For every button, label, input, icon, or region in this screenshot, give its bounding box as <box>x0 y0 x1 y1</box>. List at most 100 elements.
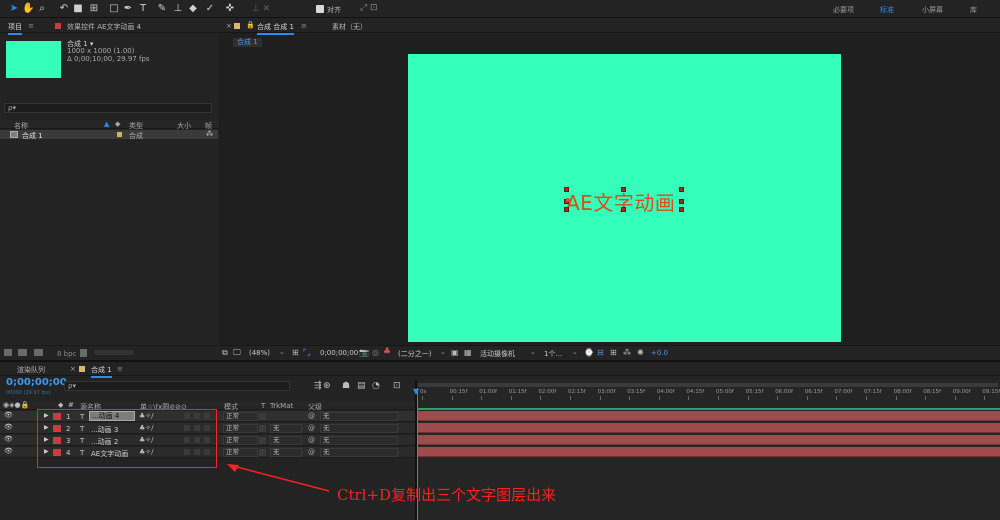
timeline-menu-icon[interactable]: ≡ <box>117 365 123 373</box>
motion-blur-icon[interactable]: ◔ <box>372 381 380 391</box>
roto-brush-tool-icon[interactable]: ✓ <box>204 2 216 15</box>
comp-flowchart-icon[interactable]: ⊞ <box>610 348 617 357</box>
preserve-transparency-checkbox[interactable] <box>259 437 266 444</box>
parent-pickwhip-icon[interactable]: @ <box>308 412 315 420</box>
project-item-row[interactable]: 合成 1 合成 ⁂ <box>0 130 218 140</box>
viewer-menu-icon[interactable]: ≡ <box>301 22 307 30</box>
tab-project[interactable]: 项目 <box>8 22 22 35</box>
hand-tool-icon[interactable]: ✋ <box>22 2 34 15</box>
parent-select[interactable]: 无 <box>320 412 398 421</box>
resolution-arrow-icon[interactable]: ⌄ <box>440 348 446 356</box>
interpret-footage-icon[interactable] <box>4 349 12 356</box>
shy-icon[interactable]: ☗ <box>342 381 350 391</box>
views-arrow-icon[interactable]: ⌄ <box>572 348 578 356</box>
visibility-eye-icon[interactable]: 👁 <box>4 423 13 431</box>
always-preview-icon[interactable]: ⧉ <box>222 348 228 358</box>
tab-effect-controls[interactable]: 效果控件 AE文字动画 4 <box>67 22 141 32</box>
zoom-dropdown[interactable]: (48%) <box>249 349 270 357</box>
viewer-timecode[interactable]: 0;00;00;00 <box>320 349 358 357</box>
trkmat-select[interactable]: 无 <box>270 424 302 433</box>
panel-menu-icon[interactable]: ≡ <box>28 22 34 30</box>
parent-select[interactable]: 无 <box>320 448 398 457</box>
exposure-value[interactable]: +0.0 <box>651 349 668 357</box>
work-area-bar[interactable] <box>418 383 998 387</box>
sort-arrow-icon[interactable]: ▲ <box>104 120 109 128</box>
mask-visibility-icon[interactable]: ⌜⌟ <box>303 348 311 357</box>
playhead-icon[interactable]: ▼ <box>413 387 419 396</box>
transform-handle[interactable] <box>564 207 569 212</box>
visibility-eye-icon[interactable]: 👁 <box>4 435 13 443</box>
flowchart-icon[interactable]: ⁂ <box>623 348 631 357</box>
new-comp-icon[interactable] <box>34 349 43 356</box>
camera-arrow-icon[interactable]: ⌄ <box>530 348 536 356</box>
close-tab-icon[interactable]: × <box>226 22 232 30</box>
transform-handle[interactable] <box>679 207 684 212</box>
workspace-library[interactable]: 库 <box>970 5 977 15</box>
eraser-tool-icon[interactable]: ◆ <box>187 2 199 15</box>
timeline-icon[interactable]: ⊟ <box>597 348 604 357</box>
rectangle-tool-icon[interactable]: □ <box>108 2 120 15</box>
workspace-small-screen[interactable]: 小屏幕 <box>922 5 943 15</box>
title-safe-icon[interactable]: ⊞ <box>292 348 299 357</box>
zoom-tool-icon[interactable]: ⌕ <box>36 2 48 15</box>
layer-duration-bar[interactable] <box>418 447 1000 457</box>
pen-tool-icon[interactable]: ✒ <box>122 2 134 15</box>
tab-composition[interactable]: 合成 合成 1 <box>257 22 294 35</box>
thumbnail-slider[interactable] <box>94 350 134 355</box>
tab-footage[interactable]: 素材（无） <box>332 22 367 32</box>
close-tab-icon[interactable]: × <box>70 365 76 373</box>
brush-tool-icon[interactable]: ✎ <box>156 2 168 15</box>
transform-handle[interactable] <box>621 187 626 192</box>
timeline-timecode[interactable]: 0;00;00;00 <box>6 377 67 388</box>
layer-duration-bar[interactable] <box>418 423 1000 433</box>
graph-editor-icon[interactable]: ⊡ <box>393 381 401 391</box>
reset-exposure-icon[interactable]: ✺ <box>637 348 644 357</box>
new-folder-icon[interactable] <box>18 349 27 356</box>
preserve-transparency-checkbox[interactable] <box>259 413 266 420</box>
trkmat-select[interactable]: 无 <box>270 448 302 457</box>
parent-select[interactable]: 无 <box>320 436 398 445</box>
snap-checkbox[interactable] <box>316 5 324 13</box>
display-icon[interactable]: 🖵 <box>233 348 241 358</box>
tab-timeline-comp[interactable]: 合成 1 <box>91 365 112 378</box>
transform-handle[interactable] <box>564 187 569 192</box>
pan-behind-tool-icon[interactable]: ⊞ <box>88 2 100 15</box>
parent-pickwhip-icon[interactable]: @ <box>308 448 315 456</box>
camera-tool-icon[interactable]: ■ <box>72 2 84 15</box>
trash-icon[interactable] <box>80 349 87 357</box>
channel-icon[interactable]: ♣ <box>383 347 391 357</box>
preserve-transparency-checkbox[interactable] <box>259 449 266 456</box>
draft-3d-icon[interactable]: ⊕ <box>323 381 331 391</box>
roi-icon[interactable]: ▣ <box>451 348 459 357</box>
resolution-dropdown[interactable]: (二分之一) <box>398 349 431 359</box>
flowchart-icon[interactable]: ⁂ <box>206 130 213 138</box>
blend-mode-select[interactable]: 正常 <box>223 448 258 457</box>
lock-icon[interactable]: 🔒 <box>246 21 255 29</box>
tab-render-queue[interactable]: 渲染队列 <box>17 365 45 375</box>
workspace-essentials[interactable]: 必要项 <box>833 5 854 15</box>
fast-preview-icon[interactable]: ⌚ <box>584 348 594 357</box>
workspace-standard[interactable]: 标准 <box>880 5 894 15</box>
zoom-dropdown-arrow-icon[interactable]: ⌄ <box>279 348 285 356</box>
transform-handle[interactable] <box>679 187 684 192</box>
blend-mode-select[interactable]: 正常 <box>223 412 258 421</box>
parent-pickwhip-icon[interactable]: @ <box>308 436 315 444</box>
visibility-eye-icon[interactable]: 👁 <box>4 447 13 455</box>
frame-blending-icon[interactable]: ▤ <box>357 381 366 391</box>
col-trkmat[interactable]: TrkMat <box>270 402 293 410</box>
parent-select[interactable]: 无 <box>320 424 398 433</box>
snap-options-icon[interactable]: ⤢ ⊡ <box>360 3 378 13</box>
preserve-transparency-checkbox[interactable] <box>259 425 266 432</box>
clone-stamp-tool-icon[interactable]: ⊥ <box>172 2 184 15</box>
snapshot-icon[interactable]: 📷 <box>359 348 369 357</box>
rotate-tool-icon[interactable]: ↶ <box>58 2 70 15</box>
trkmat-select[interactable]: 无 <box>270 436 302 445</box>
blend-mode-select[interactable]: 正常 <box>223 436 258 445</box>
bpc-label[interactable]: 8 bpc <box>57 350 76 358</box>
layer-duration-bar[interactable] <box>418 435 1000 445</box>
show-snapshot-icon[interactable]: ◎ <box>372 348 379 357</box>
transparency-grid-icon[interactable]: ▦ <box>464 348 472 357</box>
selection-tool-icon[interactable]: ➤ <box>8 2 20 15</box>
transform-handle[interactable] <box>679 199 684 204</box>
anchor-point[interactable] <box>566 198 570 202</box>
